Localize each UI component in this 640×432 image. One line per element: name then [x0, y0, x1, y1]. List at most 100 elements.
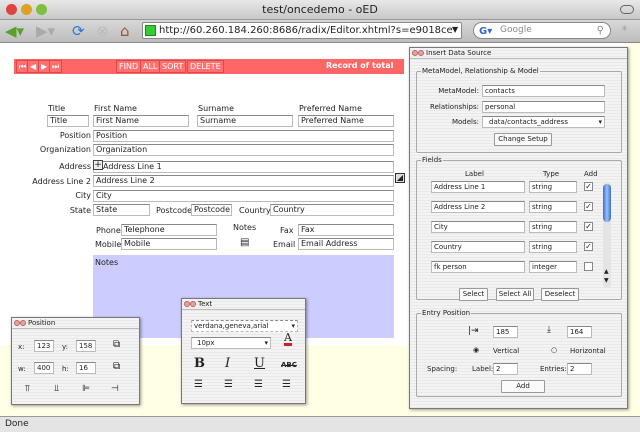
- align-bottom-icon[interactable]: ⫫: [54, 384, 59, 394]
- align-top-icon[interactable]: ⫪: [25, 384, 30, 394]
- label-spacing-input[interactable]: 2: [493, 363, 518, 375]
- all-button[interactable]: ALL: [140, 60, 161, 73]
- url-dropdown-icon[interactable]: ▼: [452, 25, 458, 34]
- title-input[interactable]: Title: [47, 115, 89, 127]
- send-backward-icon[interactable]: ⧉: [113, 361, 120, 372]
- phone-input[interactable]: Telephone: [121, 224, 217, 236]
- align-center-icon[interactable]: ☰: [224, 379, 233, 390]
- font-family-select[interactable]: verdana,geneva,arial ▾: [191, 320, 298, 332]
- change-setup-button[interactable]: Change Setup: [494, 133, 552, 146]
- address-line-2-input[interactable]: Address Line 2: [93, 175, 394, 187]
- field-label-input[interactable]: Country: [431, 241, 525, 253]
- scroll-up-icon[interactable]: ▲: [604, 268, 609, 275]
- resize-handle-icon[interactable]: ◢: [395, 173, 405, 183]
- add-column-header: Add: [584, 170, 598, 178]
- notes-icon[interactable]: ▤: [240, 237, 249, 248]
- stop-icon[interactable]: ⊗: [96, 23, 109, 40]
- metamodel-input[interactable]: contacts: [482, 85, 605, 97]
- vertical-radio[interactable]: ◉: [473, 346, 479, 354]
- relationships-input[interactable]: personal: [482, 101, 605, 113]
- x-label: x:: [18, 343, 25, 351]
- panel-minimize-button[interactable]: [418, 50, 424, 56]
- underline-button[interactable]: U: [254, 356, 265, 371]
- strikethrough-button[interactable]: ABC: [281, 361, 297, 369]
- sort-button[interactable]: SORT: [159, 60, 187, 73]
- preferred-name-input[interactable]: Preferred Name: [298, 115, 394, 127]
- url-field[interactable]: http://60.260.184.260:8686/radix/Editor.…: [142, 22, 462, 39]
- address-input[interactable]: Address Line 1: [93, 161, 394, 173]
- entries-spacing-input[interactable]: 2: [567, 363, 592, 375]
- postcode-input[interactable]: Postcode: [191, 204, 232, 216]
- y-input[interactable]: 158: [76, 340, 96, 352]
- zoom-window-button[interactable]: [36, 4, 47, 15]
- panel-titlebar[interactable]: Text: [182, 299, 305, 310]
- select-button[interactable]: Select: [459, 288, 488, 301]
- field-label-input[interactable]: Address Line 2: [431, 201, 525, 213]
- field-type-input[interactable]: string: [529, 241, 577, 253]
- field-add-checkbox[interactable]: ✓: [584, 242, 593, 251]
- entry-y-input[interactable]: 164: [567, 326, 592, 338]
- field-label-input[interactable]: Address Line 1: [431, 181, 525, 193]
- models-label: Models:: [451, 118, 479, 126]
- bold-button[interactable]: B: [194, 356, 205, 371]
- position-input[interactable]: Position: [93, 130, 394, 142]
- back-icon[interactable]: ◀▾: [5, 23, 24, 40]
- field-type-input[interactable]: string: [529, 181, 577, 193]
- align-justify-icon[interactable]: ☰: [282, 379, 291, 390]
- home-icon[interactable]: ⌂: [120, 23, 130, 40]
- horizontal-radio[interactable]: ○: [551, 346, 557, 354]
- search-icon[interactable]: ⚲: [597, 23, 604, 38]
- field-label-input[interactable]: fk person: [431, 261, 525, 273]
- align-left-icon[interactable]: ☰: [194, 379, 203, 390]
- organization-input[interactable]: Organization: [93, 144, 394, 156]
- toolbar-toggle-button[interactable]: [620, 5, 634, 14]
- move-handle-icon[interactable]: +: [93, 160, 103, 170]
- field-add-checkbox[interactable]: ✓: [584, 222, 593, 231]
- minimize-window-button[interactable]: [21, 4, 32, 15]
- models-select[interactable]: data/contacts_address ▾: [482, 116, 605, 128]
- text-color-icon[interactable]: A: [284, 332, 292, 346]
- panel-titlebar[interactable]: Position: [12, 318, 139, 329]
- forward-icon[interactable]: ▶▾: [36, 23, 55, 40]
- mobile-input[interactable]: Mobile: [121, 238, 217, 250]
- field-add-checkbox[interactable]: [584, 262, 593, 271]
- field-type-input[interactable]: integer: [529, 261, 577, 273]
- country-input[interactable]: Country: [270, 204, 394, 216]
- h-input[interactable]: 16: [76, 362, 96, 374]
- last-record-button[interactable]: ⏭: [49, 60, 63, 73]
- w-input[interactable]: 400: [34, 362, 54, 374]
- x-input[interactable]: 123: [34, 340, 54, 352]
- field-label-input[interactable]: City: [431, 221, 525, 233]
- field-add-checkbox[interactable]: ✓: [584, 182, 593, 191]
- entry-x-input[interactable]: 185: [493, 326, 518, 338]
- fax-input[interactable]: Fax: [298, 224, 394, 236]
- fields-scrollbar[interactable]: ▲ ▼: [603, 182, 611, 288]
- italic-button[interactable]: I: [225, 356, 230, 371]
- align-right-icon[interactable]: ⊣: [111, 384, 119, 394]
- email-input[interactable]: Email Address: [298, 238, 394, 250]
- find-button[interactable]: FIND: [116, 60, 142, 73]
- scrollbar-thumb[interactable]: [603, 184, 611, 222]
- align-left-icon[interactable]: ⊫: [82, 384, 90, 394]
- deselect-button[interactable]: Deselect: [541, 288, 579, 301]
- state-input[interactable]: State: [93, 204, 150, 216]
- select-all-button[interactable]: Select All: [496, 288, 534, 301]
- align-right-icon[interactable]: ☰: [254, 379, 263, 390]
- bring-forward-icon[interactable]: ⧉: [113, 339, 120, 350]
- panel-titlebar[interactable]: Insert Data Source: [410, 48, 627, 59]
- first-name-input[interactable]: First Name: [93, 115, 189, 127]
- field-type-input[interactable]: string: [529, 221, 577, 233]
- reload-icon[interactable]: ⟳: [72, 23, 85, 40]
- font-size-select[interactable]: 10px ▾: [191, 337, 271, 349]
- surname-input[interactable]: Surname: [197, 115, 293, 127]
- panel-minimize-button[interactable]: [190, 301, 196, 307]
- field-type-input[interactable]: string: [529, 201, 577, 213]
- scroll-down-icon[interactable]: ▼: [604, 277, 609, 284]
- add-button[interactable]: Add: [501, 380, 545, 393]
- delete-button[interactable]: DELETE: [187, 60, 224, 73]
- search-field[interactable]: G▾ Google ⚲: [473, 22, 611, 39]
- close-window-button[interactable]: [6, 4, 17, 15]
- city-input[interactable]: City: [93, 190, 394, 202]
- field-add-checkbox[interactable]: ✓: [584, 202, 593, 211]
- panel-minimize-button[interactable]: [20, 320, 26, 326]
